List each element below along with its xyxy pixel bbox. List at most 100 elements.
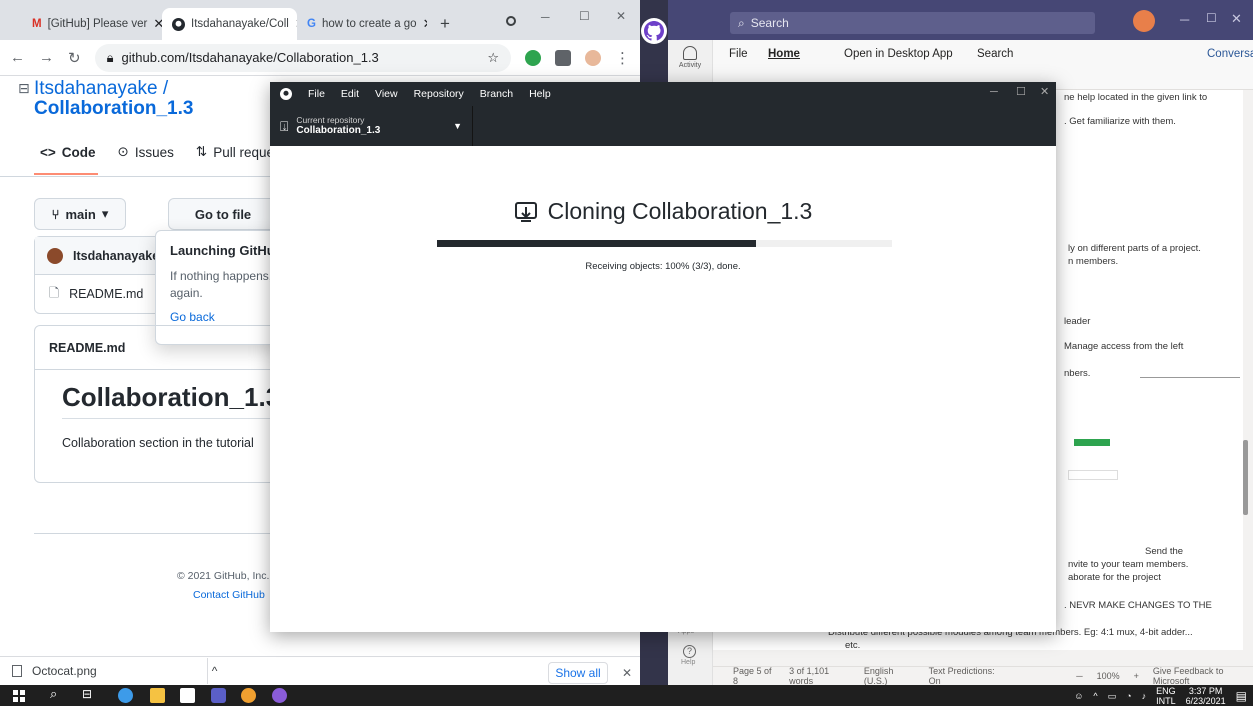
status-language[interactable]: English (U.S.) [864, 666, 915, 686]
new-tab-icon[interactable]: + [440, 14, 450, 34]
notification-icon[interactable]: ▤ [1236, 689, 1247, 703]
browser-tab-google[interactable]: G how to create a go ✕ [297, 8, 427, 40]
reload-icon[interactable]: ↻ [68, 49, 81, 67]
file-icon: 🗋 [49, 285, 60, 300]
store-icon[interactable] [180, 688, 195, 703]
edge-icon[interactable] [118, 688, 133, 703]
menu-repository[interactable]: Repository [414, 88, 464, 100]
file-name[interactable]: README.md [69, 287, 143, 301]
back-icon[interactable]: ← [10, 49, 25, 66]
repo-clone-icon [514, 200, 538, 224]
browser-tab-github[interactable]: Itsdahanayake/Coll ✕ [162, 8, 297, 40]
battery-icon[interactable]: ▭ [1108, 691, 1117, 702]
go-back-link[interactable]: Go back [170, 310, 270, 324]
word-search-box[interactable]: ⌕ Search [730, 12, 1095, 34]
bookmark-star-icon[interactable]: ☆ [487, 50, 499, 66]
code-icon: <> [40, 144, 56, 160]
minimize-icon[interactable]: ─ [990, 86, 998, 98]
language-indicator[interactable]: ENG INTL [1156, 686, 1176, 706]
bell-icon[interactable] [683, 46, 697, 60]
tab-code[interactable]: <> Code [40, 145, 96, 160]
search-icon: ⌕ [738, 15, 745, 30]
menu-view[interactable]: View [375, 88, 398, 100]
close-tab-icon[interactable]: ✕ [153, 16, 162, 32]
zoom-level[interactable]: 100% [1097, 671, 1120, 681]
go-to-file-button[interactable]: Go to file [168, 198, 278, 230]
maximize-icon[interactable]: ☐ [579, 9, 590, 23]
chrome-icon[interactable] [241, 688, 256, 703]
tab-label: how to create a go [321, 18, 417, 30]
task-view-icon[interactable]: ⊟ [82, 687, 92, 701]
file-explorer-icon[interactable] [150, 688, 165, 703]
doc-line: n members. [1068, 256, 1119, 267]
maximize-icon[interactable]: ☐ [1016, 85, 1026, 98]
maximize-icon[interactable]: ☐ [1206, 11, 1217, 25]
word-scrollbar[interactable] [1243, 440, 1248, 515]
readme-title: Collaboration_1.3 [62, 382, 281, 412]
caret-up-icon[interactable]: ^ [212, 664, 218, 678]
address-bar[interactable]: 🔒︎ github.com/Itsdahanayake/Collaboratio… [94, 43, 511, 72]
windows-start-icon[interactable] [13, 690, 25, 702]
minimize-icon[interactable]: ─ [1180, 12, 1189, 27]
search-icon[interactable]: ⌕ [50, 686, 57, 702]
forward-icon[interactable]: → [39, 49, 54, 66]
zoom-in-button[interactable]: + [1134, 671, 1139, 681]
puzzle-icon[interactable] [555, 49, 571, 66]
close-icon[interactable]: ✕ [1040, 85, 1049, 98]
minimize-icon[interactable]: ─ [541, 10, 550, 24]
current-repo-name: Collaboration_1.3 [296, 125, 381, 136]
github-desktop-window [270, 82, 1056, 632]
google-icon: G [307, 18, 316, 30]
zoom-out-button[interactable]: ─ [1076, 671, 1082, 681]
close-icon[interactable]: ✕ [616, 9, 626, 23]
help-icon[interactable]: ? [683, 645, 696, 658]
menu-help[interactable]: Help [529, 88, 551, 100]
menu-kebab-icon[interactable]: ⋮ [615, 49, 630, 67]
close-download-bar-icon[interactable]: ✕ [622, 666, 632, 680]
ribbon-tab-file[interactable]: File [729, 48, 748, 60]
status-page[interactable]: Page 5 of 8 [733, 666, 775, 686]
chevron-up-icon[interactable]: ^ [1093, 691, 1097, 701]
menu-branch[interactable]: Branch [480, 88, 513, 100]
divider [34, 533, 274, 534]
browser-tab-gmail[interactable]: M [GitHub] Please ver ✕ [22, 8, 162, 40]
github-desktop-taskicon[interactable] [641, 18, 667, 44]
close-tab-icon[interactable]: ✕ [423, 16, 427, 32]
status-words[interactable]: 3 of 1,101 words [789, 666, 850, 686]
volume-icon[interactable]: ♪ [1142, 691, 1147, 701]
tab-issues[interactable]: ⊙ Issues [118, 144, 174, 160]
avatar[interactable] [47, 247, 63, 264]
ribbon-conversations[interactable]: Conversat [1207, 48, 1253, 60]
avatar[interactable] [1133, 10, 1155, 32]
readme-header: README.md [35, 326, 283, 370]
commit-author[interactable]: Itsdahanayake [73, 249, 159, 263]
repo-clone-icon: ⍗ [280, 117, 289, 134]
show-all-button[interactable]: Show all [548, 662, 608, 684]
people-icon[interactable]: ☺ [1074, 691, 1083, 701]
profile-avatar[interactable] [585, 49, 601, 66]
current-repository-selector[interactable]: ⍗ Current repository Collaboration_1.3 ▼ [270, 106, 473, 146]
github-desktop-icon[interactable] [272, 688, 287, 703]
doc-line: aborate for the project [1068, 572, 1161, 583]
feedback-link[interactable]: Give Feedback to Microsoft [1153, 666, 1253, 686]
active-tab-underline [34, 173, 98, 175]
close-icon[interactable]: ✕ [1231, 11, 1242, 27]
clock[interactable]: 3:37 PM 6/23/2021 [1186, 686, 1226, 706]
menu-edit[interactable]: Edit [341, 88, 359, 100]
repo-name[interactable]: Collaboration_1.3 [34, 98, 193, 120]
file-icon [12, 665, 22, 677]
tab-search-icon[interactable] [506, 16, 516, 26]
ribbon-open-desktop[interactable]: Open in Desktop App [844, 48, 953, 60]
repo-owner[interactable]: Itsdahanayake / [34, 78, 168, 100]
extension-icon[interactable] [525, 49, 541, 66]
doc-embedded-screenshot [1074, 439, 1110, 446]
ribbon-tab-home[interactable]: Home [768, 48, 800, 60]
teams-icon[interactable] [211, 688, 226, 703]
menu-file[interactable]: File [308, 88, 325, 100]
branch-selector[interactable]: ⑂ main ▾ [34, 198, 126, 230]
download-filename[interactable]: Octocat.png [32, 664, 97, 678]
contact-github-link[interactable]: Contact GitHub [193, 589, 265, 601]
status-predictions[interactable]: Text Predictions: On [929, 666, 1003, 686]
wifi-icon[interactable]: ◔ [1126, 691, 1131, 701]
ribbon-search[interactable]: Search [977, 48, 1013, 60]
